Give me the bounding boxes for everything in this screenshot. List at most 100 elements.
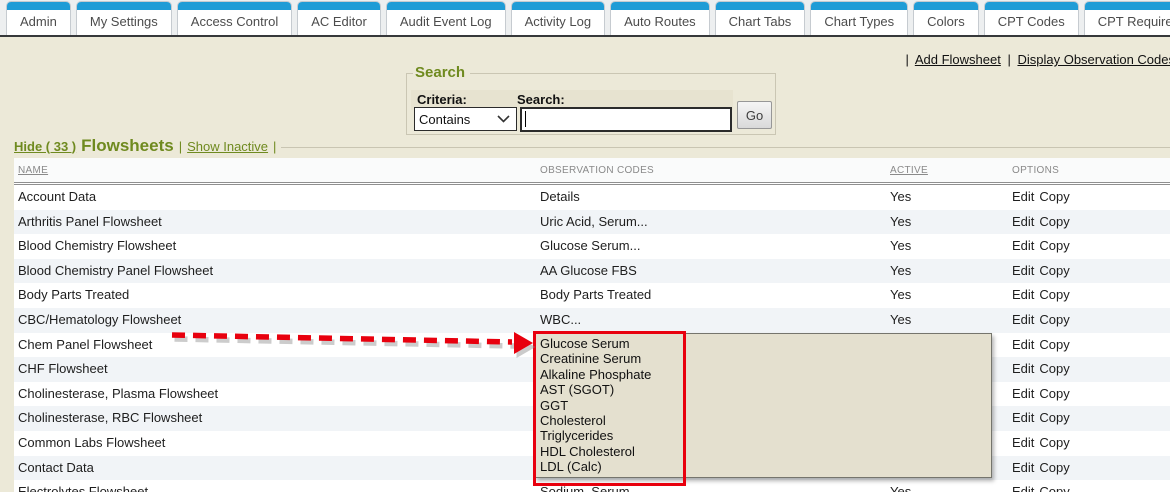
- show-inactive-link[interactable]: Show Inactive: [187, 139, 268, 154]
- edit-link[interactable]: Edit: [1012, 386, 1034, 401]
- tab-chart-tabs[interactable]: Chart Tabs: [715, 1, 806, 35]
- cell-name: Chem Panel Flowsheet: [14, 333, 536, 358]
- tab-my-settings[interactable]: My Settings: [76, 1, 172, 35]
- copy-link[interactable]: Copy: [1039, 484, 1069, 492]
- tab-auto-routes[interactable]: Auto Routes: [610, 1, 710, 35]
- edit-link[interactable]: Edit: [1012, 460, 1034, 475]
- column-header-name[interactable]: NAME: [14, 165, 536, 176]
- copy-link[interactable]: Copy: [1039, 435, 1069, 450]
- copy-link[interactable]: Copy: [1039, 460, 1069, 475]
- cell-name: Blood Chemistry Panel Flowsheet: [14, 259, 536, 284]
- cell-options: Edit Copy: [1008, 283, 1170, 308]
- cell-name: Arthritis Panel Flowsheet: [14, 210, 536, 235]
- tab-accent-bar: [611, 2, 709, 10]
- title-separator: |: [179, 139, 182, 154]
- annotation-highlight-box: [533, 331, 686, 486]
- copy-link[interactable]: Copy: [1039, 238, 1069, 253]
- title-separator: |: [273, 139, 276, 154]
- copy-link[interactable]: Copy: [1039, 263, 1069, 278]
- tab-accent-bar: [512, 2, 604, 10]
- cell-options: Edit Copy: [1008, 382, 1170, 407]
- tab-label: CPT Requirements: [1085, 10, 1170, 34]
- chevron-down-icon: [497, 115, 510, 123]
- edit-link[interactable]: Edit: [1012, 312, 1034, 327]
- tab-ac-editor[interactable]: AC Editor: [297, 1, 381, 35]
- tab-accent-bar: [985, 2, 1078, 10]
- edit-link[interactable]: Edit: [1012, 435, 1034, 450]
- tab-admin[interactable]: Admin: [6, 1, 71, 35]
- tab-accent-bar: [387, 2, 505, 10]
- cell-options: Edit Copy: [1008, 406, 1170, 431]
- table-row: Blood Chemistry Panel FlowsheetAA Glucos…: [14, 259, 1170, 284]
- copy-link[interactable]: Copy: [1039, 287, 1069, 302]
- edit-link[interactable]: Edit: [1012, 189, 1034, 204]
- copy-link[interactable]: Copy: [1039, 189, 1069, 204]
- cell-options: Edit Copy: [1008, 357, 1170, 382]
- edit-link[interactable]: Edit: [1012, 214, 1034, 229]
- cell-active: Yes: [886, 259, 1008, 284]
- tab-cpt-codes[interactable]: CPT Codes: [984, 1, 1079, 35]
- cell-name: CBC/Hematology Flowsheet: [14, 308, 536, 333]
- edit-link[interactable]: Edit: [1012, 337, 1034, 352]
- search-input[interactable]: [520, 107, 732, 132]
- tab-cpt-requirements[interactable]: CPT Requirements: [1084, 1, 1170, 35]
- cell-observation-codes: Glucose Serum...: [536, 234, 886, 259]
- tab-accent-bar: [1085, 2, 1170, 10]
- copy-link[interactable]: Copy: [1039, 361, 1069, 376]
- tab-chart-types[interactable]: Chart Types: [810, 1, 908, 35]
- links-separator: |: [1007, 52, 1010, 67]
- tab-label: Access Control: [178, 10, 291, 34]
- cell-observation-codes: Details: [536, 185, 886, 210]
- cell-options: Edit Copy: [1008, 308, 1170, 333]
- edit-link[interactable]: Edit: [1012, 361, 1034, 376]
- tab-label: CPT Codes: [985, 10, 1078, 34]
- cell-options: Edit Copy: [1008, 234, 1170, 259]
- table-row: Blood Chemistry FlowsheetGlucose Serum..…: [14, 234, 1170, 259]
- title-divider: [281, 147, 1170, 148]
- edit-link[interactable]: Edit: [1012, 484, 1034, 492]
- edit-link[interactable]: Edit: [1012, 287, 1034, 302]
- tab-accent-bar: [716, 2, 805, 10]
- copy-link[interactable]: Copy: [1039, 410, 1069, 425]
- table-row: CBC/Hematology FlowsheetWBC...YesEditCop…: [14, 308, 1170, 333]
- cell-name: Body Parts Treated: [14, 283, 536, 308]
- flowsheets-title-row: Hide ( 33 ) Flowsheets | Show Inactive |: [14, 136, 1170, 156]
- edit-link[interactable]: Edit: [1012, 263, 1034, 278]
- column-header-active[interactable]: ACTIVE: [886, 165, 1008, 176]
- cell-options: Edit Copy: [1008, 259, 1170, 284]
- edit-link[interactable]: Edit: [1012, 238, 1034, 253]
- cell-name: Common Labs Flowsheet: [14, 431, 536, 456]
- add-flowsheet-link[interactable]: Add Flowsheet: [915, 52, 1001, 67]
- cell-active: Yes: [886, 480, 1008, 492]
- cell-observation-codes: WBC...: [536, 308, 886, 333]
- cell-options: Edit Copy: [1008, 431, 1170, 456]
- tab-activity-log[interactable]: Activity Log: [511, 1, 605, 35]
- go-button[interactable]: Go: [737, 101, 772, 129]
- tab-access-control[interactable]: Access Control: [177, 1, 292, 35]
- search-input-wrap: [520, 107, 732, 132]
- tab-colors[interactable]: Colors: [913, 1, 979, 35]
- tab-accent-bar: [811, 2, 907, 10]
- edit-link[interactable]: Edit: [1012, 410, 1034, 425]
- display-observation-codes-link[interactable]: Display Observation Codes: [1017, 52, 1170, 67]
- criteria-label: Criteria:: [417, 92, 467, 107]
- search-label: Search:: [517, 92, 565, 107]
- copy-link[interactable]: Copy: [1039, 214, 1069, 229]
- cell-options: Edit Copy: [1008, 333, 1170, 358]
- page-root: AdminMy SettingsAccess ControlAC EditorA…: [0, 0, 1170, 492]
- tab-audit-event-log[interactable]: Audit Event Log: [386, 1, 506, 35]
- copy-link[interactable]: Copy: [1039, 386, 1069, 401]
- column-header-options: OPTIONS: [1008, 165, 1170, 176]
- search-legend: Search: [413, 64, 470, 81]
- page-title: Flowsheets: [81, 136, 174, 156]
- copy-link[interactable]: Copy: [1039, 337, 1069, 352]
- cell-name: Electrolytes Flowsheet: [14, 480, 536, 492]
- copy-link[interactable]: Copy: [1039, 312, 1069, 327]
- text-cursor: [525, 111, 526, 127]
- cell-name: Account Data: [14, 185, 536, 210]
- cell-options: Edit Copy: [1008, 480, 1170, 492]
- cell-options: Edit Copy: [1008, 185, 1170, 210]
- table-header: NAMEOBSERVATION CODESACTIVEOPTIONS: [14, 158, 1170, 182]
- criteria-select[interactable]: Contains: [414, 107, 517, 131]
- hide-link[interactable]: Hide ( 33 ): [14, 139, 76, 154]
